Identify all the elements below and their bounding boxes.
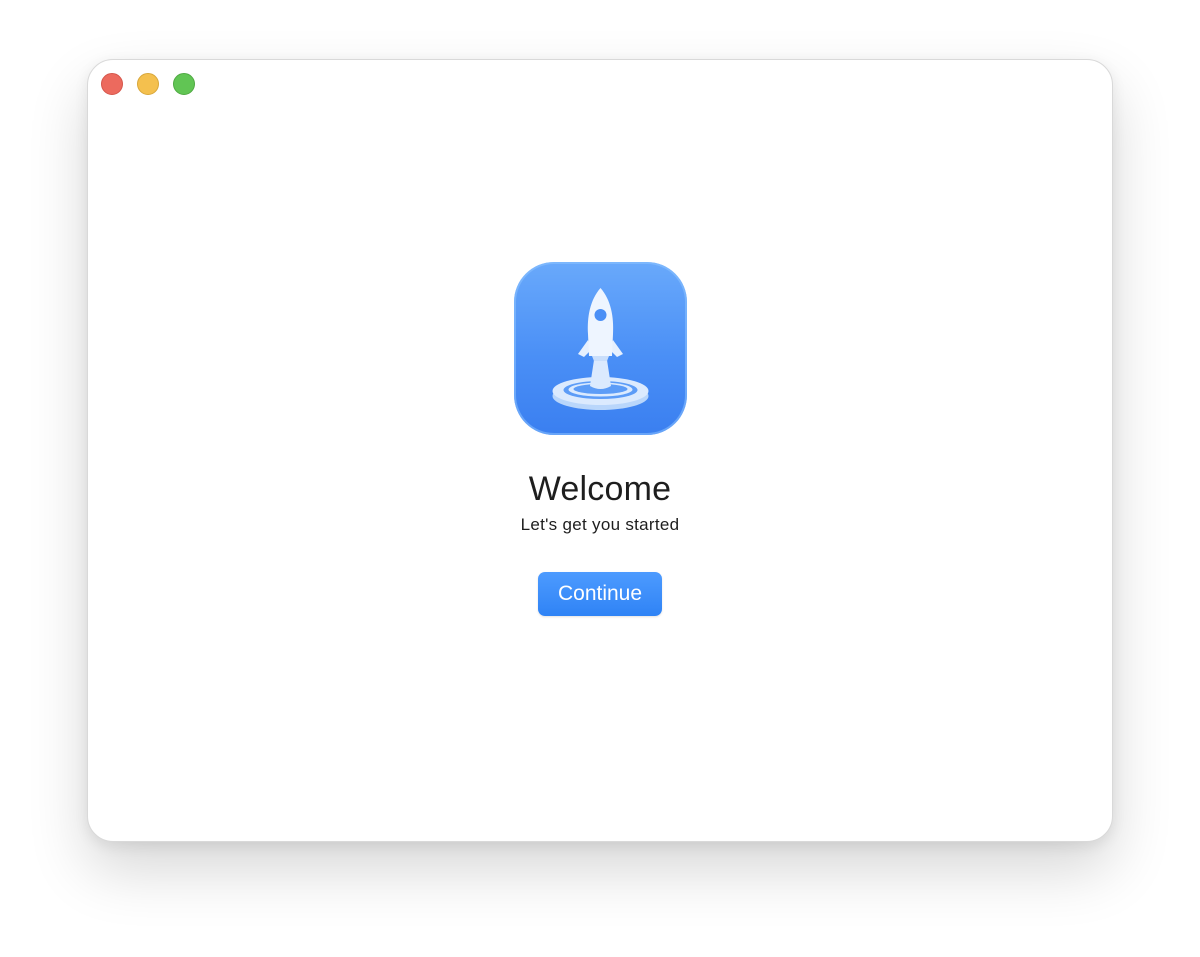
welcome-title: Welcome bbox=[528, 470, 672, 508]
rocket-launch-icon bbox=[514, 262, 687, 435]
desktop-background: Welcome Let's get you started Continue bbox=[0, 0, 1200, 957]
welcome-content: Welcome Let's get you started Continue bbox=[88, 60, 1112, 841]
welcome-subtitle: Let's get you started bbox=[520, 515, 680, 534]
welcome-window: Welcome Let's get you started Continue bbox=[87, 59, 1113, 842]
continue-button[interactable]: Continue bbox=[538, 572, 662, 616]
